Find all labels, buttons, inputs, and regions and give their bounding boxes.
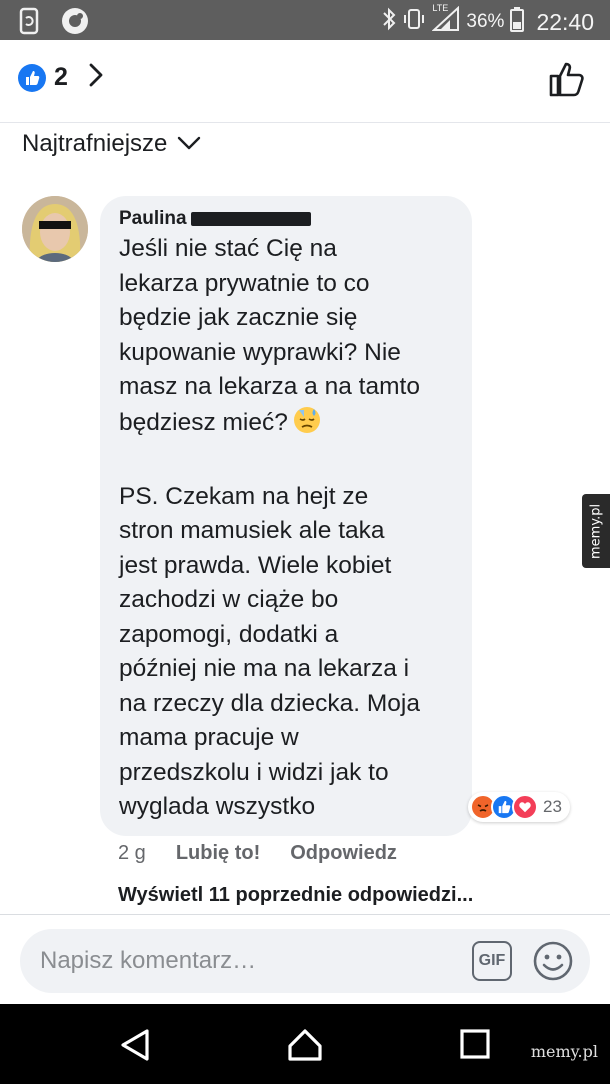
battery-icon — [510, 6, 525, 38]
redacted-surname — [190, 212, 311, 226]
composer-bar: GIF — [0, 914, 610, 1004]
like-comment-button[interactable]: Lubię to! — [176, 842, 260, 865]
comment-paragraph-2: PS. Czekam na hejt ze stron mamusiek ale… — [119, 482, 420, 821]
like-count: 2 — [54, 63, 68, 91]
downcast-sweat-emoji-icon — [292, 405, 322, 446]
network-type: LTE — [432, 3, 449, 13]
post-reactions-summary[interactable]: 2 — [18, 62, 104, 93]
chevron-down-icon — [177, 130, 201, 158]
comment-paragraph-1: Jeśli nie stać Cię na lekarza prywatnie … — [119, 235, 420, 436]
comment-composer[interactable]: GIF — [20, 929, 590, 993]
header-divider — [0, 122, 610, 123]
vibrate-icon — [402, 7, 426, 37]
screen-rotate-icon — [18, 7, 40, 40]
gif-button[interactable]: GIF — [472, 941, 512, 981]
chevron-right-icon[interactable] — [88, 62, 104, 93]
back-icon[interactable] — [118, 1028, 152, 1067]
app-notification-icon — [60, 6, 90, 41]
love-reaction-icon — [512, 794, 538, 820]
signal-icon: LTE — [431, 3, 460, 38]
reply-button[interactable]: Odpowiedz — [290, 842, 397, 865]
comment-text: Jeśli nie stać Cię na lekarza prywatnie … — [119, 232, 452, 825]
recent-apps-icon[interactable] — [459, 1028, 491, 1065]
like-button[interactable] — [548, 60, 586, 103]
android-nav-bar: memy.pl — [0, 1004, 610, 1084]
thumbs-up-icon — [549, 62, 584, 97]
comment-author[interactable]: Paulina — [119, 208, 452, 230]
comment-actions: 2 g Lubię to! Odpowiedz — [118, 842, 397, 865]
view-previous-replies-link[interactable]: Wyświetl 11 poprzednie odpowiedzi... — [118, 884, 473, 907]
comment-reactions[interactable]: 23 — [468, 792, 570, 822]
sort-label: Najtrafniejsze — [22, 130, 168, 157]
bluetooth-icon — [382, 7, 396, 37]
avatar[interactable] — [22, 196, 88, 262]
comment-time[interactable]: 2 g — [118, 842, 146, 865]
comment-bubble[interactable]: Paulina Jeśli nie stać Cię na lekarza pr… — [100, 196, 472, 836]
watermark-side: memy.pl — [582, 494, 610, 568]
home-icon[interactable] — [286, 1028, 324, 1067]
watermark-bottom: memy.pl — [530, 1042, 598, 1061]
battery-percent: 36% — [466, 11, 505, 32]
author-name: Paulina — [119, 208, 187, 229]
emoji-smile-icon[interactable] — [532, 940, 574, 987]
comment-input[interactable] — [40, 943, 460, 979]
sort-dropdown[interactable]: Najtrafniejsze — [22, 130, 201, 158]
clock: 22:40 — [536, 8, 594, 35]
status-bar: LTE 36% 22:40 — [0, 0, 610, 40]
like-reaction-icon — [18, 63, 46, 92]
reaction-count: 23 — [543, 797, 562, 816]
